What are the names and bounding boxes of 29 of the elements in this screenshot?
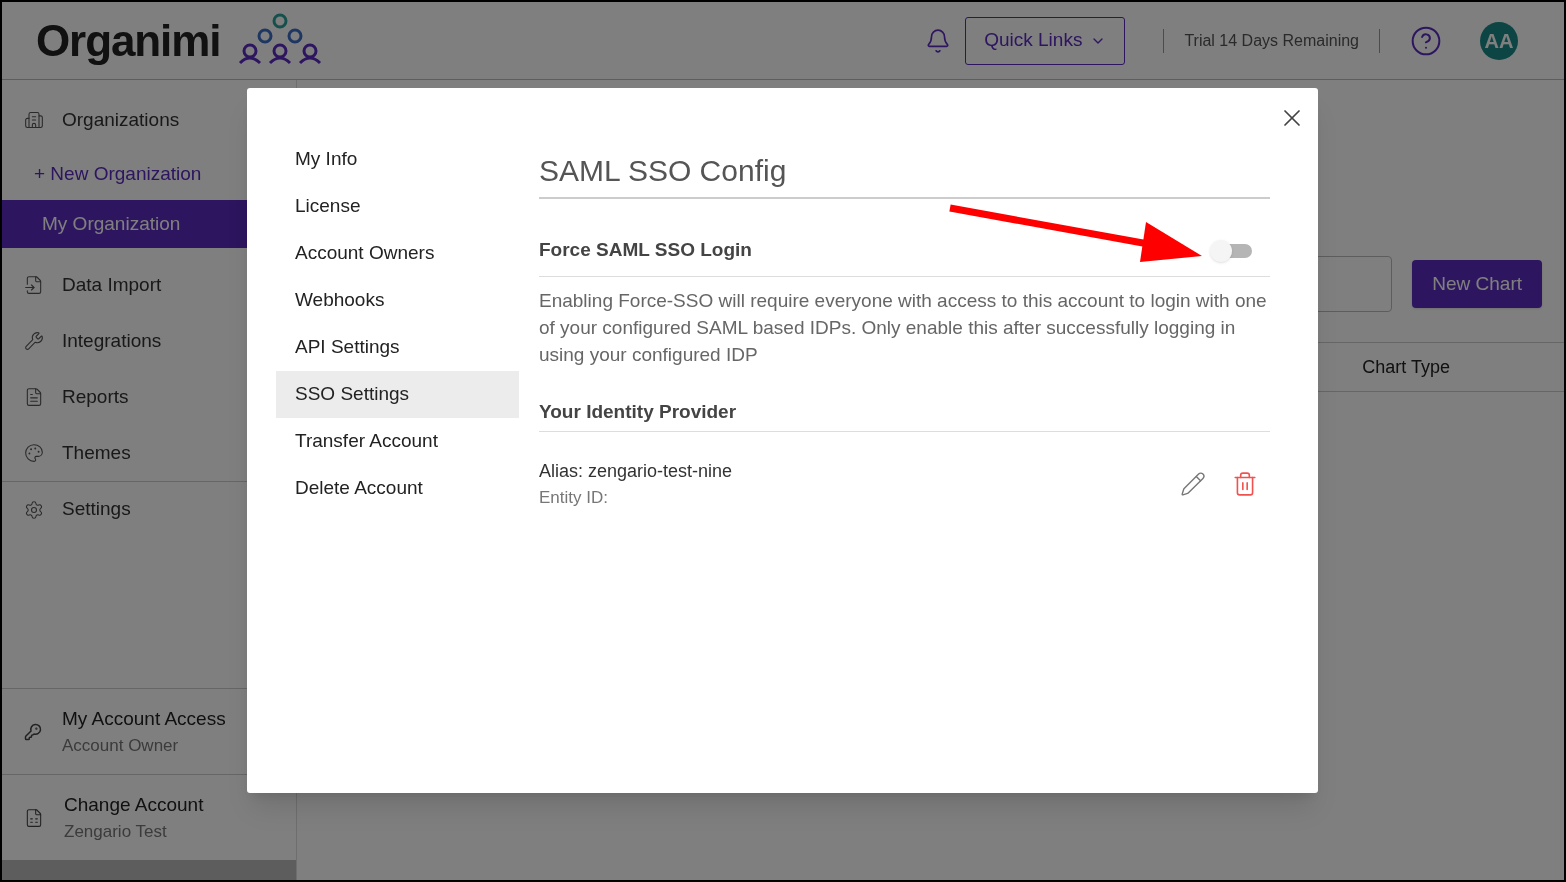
key-icon bbox=[24, 722, 42, 741]
alias-text: Alias: zengario-test-nine bbox=[539, 459, 733, 483]
wrench-icon bbox=[24, 331, 44, 351]
dialog-title: SAML SSO Config bbox=[539, 136, 1270, 199]
entity-id-text: Entity ID: bbox=[539, 486, 609, 509]
document-icon bbox=[24, 387, 44, 407]
account-title: Change Account bbox=[64, 792, 204, 817]
account-subtitle: Account Owner bbox=[62, 735, 180, 757]
quick-links-button[interactable]: Quick Links bbox=[965, 16, 1126, 65]
help-icon[interactable] bbox=[1410, 24, 1442, 57]
description-text: Enabling Force-SSO will require everyone with access to this account to login with one of your configured SAML based IDPs. Only enable this after successfully logging in using your configured IDP bbox=[539, 289, 1268, 367]
trial-text: Trial 14 Days Remaining bbox=[1184, 30, 1359, 51]
building-icon bbox=[24, 110, 44, 130]
avatar[interactable]: AA bbox=[1480, 21, 1518, 60]
edit-icon[interactable] bbox=[1180, 470, 1206, 497]
setting-label: Force SAML SSO Login bbox=[539, 237, 752, 262]
palette-icon bbox=[24, 443, 44, 463]
section-heading: Your Identity Provider bbox=[539, 398, 1270, 432]
account-title: My Account Access bbox=[62, 706, 226, 731]
delete-icon[interactable] bbox=[1232, 470, 1258, 497]
gear-icon bbox=[24, 499, 44, 520]
logo-text: Organimi bbox=[36, 14, 221, 67]
file-icon bbox=[24, 275, 44, 295]
column-header: Chart Type bbox=[1362, 355, 1450, 379]
settings-tab[interactable]: SSO Settings bbox=[276, 371, 519, 418]
scrollbar[interactable] bbox=[2, 860, 296, 880]
account-subtitle: Zengario Test bbox=[64, 821, 168, 843]
new-chart-button[interactable]: New Chart bbox=[1412, 260, 1542, 308]
document-icon bbox=[24, 807, 44, 828]
